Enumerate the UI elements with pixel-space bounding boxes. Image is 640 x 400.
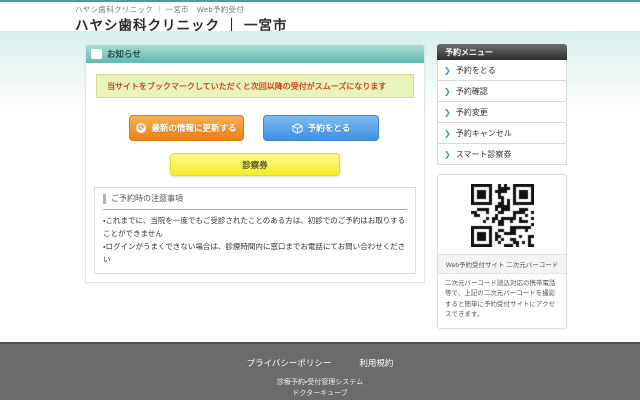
reservation-notes-box: ご予約時の注意事項 ・これまでに、当院を一度でもご受診されたことのある方は、初診… xyxy=(94,187,416,274)
footer-credit-line2: ドクターキューブ xyxy=(0,389,640,400)
sidebar-item-reserve[interactable]: ❯ 予約をとる xyxy=(437,60,567,81)
sidebar-item-label: 予約をとる xyxy=(456,65,496,76)
qr-description: 二次元バーコード読込対応の携帯電話等で、上記の二次元バーコードを撮影すると簡単に… xyxy=(438,274,566,328)
qr-panel: Web予約受付サイト 二次元バーコード 二次元バーコード読込対応の携帯電話等で、… xyxy=(437,174,567,329)
sidebar-item-label: スマート診察券 xyxy=(456,149,512,160)
qr-code-image xyxy=(471,184,534,247)
qr-caption: Web予約受付サイト 二次元バーコード xyxy=(438,254,566,274)
notice-section-header: お知らせ xyxy=(86,45,424,63)
sidebar-item-cancel[interactable]: ❯ 予約キャンセル xyxy=(437,123,567,144)
sidebar-item-label: 予約変更 xyxy=(456,107,488,118)
top-accent-line xyxy=(0,0,640,2)
chevron-right-icon: ❯ xyxy=(444,129,451,138)
action-button-row: ⟳ 最新の情報に更新する 予約をとる xyxy=(86,115,424,141)
sidebar-item-smart-card[interactable]: ❯ スマート診察券 xyxy=(437,144,567,165)
chevron-right-icon: ❯ xyxy=(444,66,451,75)
chevron-right-icon: ❯ xyxy=(444,87,451,96)
sidebar-item-change[interactable]: ❯ 予約変更 xyxy=(437,102,567,123)
patient-card-button-label: 診察券 xyxy=(242,159,268,171)
footer-credit: 診療予約・受付管理システム ドクターキューブ xyxy=(0,378,640,400)
sidebar-item-label: 予約キャンセル xyxy=(456,128,512,139)
refresh-button[interactable]: ⟳ 最新の情報に更新する xyxy=(129,115,244,141)
notes-item: ・これまでに、当院を一度でもご受診されたことのある方は、初診でのご予約はお取りす… xyxy=(103,214,407,240)
refresh-button-label: 最新の情報に更新する xyxy=(151,122,236,134)
notes-divider xyxy=(103,209,407,210)
menu-header: 予約メニュー xyxy=(437,44,567,60)
patient-card-button[interactable]: 診察券 xyxy=(170,153,340,176)
reservation-sidebar: 予約メニュー ❯ 予約をとる ❯ 予約確認 ❯ 予約変更 ❯ 予約キャンセル ❯… xyxy=(437,44,567,329)
sidebar-item-confirm[interactable]: ❯ 予約確認 xyxy=(437,81,567,102)
privacy-policy-link[interactable]: プライバシーポリシー xyxy=(247,357,332,369)
footer-credit-line1: 診療予約・受付管理システム xyxy=(0,378,640,389)
notes-item: ・ログインがうまくできない場合は、診療時間内に窓口までお電話にてお問い合わせくだ… xyxy=(103,240,407,266)
chevron-right-icon: ❯ xyxy=(444,108,451,117)
notice-message-box: 当サイトをブックマークしていただくと次回以降の受付がスムーズになります xyxy=(96,74,414,98)
reserve-button[interactable]: 予約をとる xyxy=(263,115,379,141)
notice-message: 当サイトをブックマークしていただくと次回以降の受付がスムーズになります xyxy=(107,81,386,92)
notice-section-title: お知らせ xyxy=(107,48,141,60)
refresh-icon: ⟳ xyxy=(136,123,146,133)
main-panel: お知らせ 当サイトをブックマークしていただくと次回以降の受付がスムーズになります… xyxy=(85,44,425,283)
reserve-button-label: 予約をとる xyxy=(308,122,351,134)
sidebar-item-label: 予約確認 xyxy=(456,86,488,97)
terms-link[interactable]: 利用規約 xyxy=(359,357,393,369)
footer: プライバシーポリシー 利用規約 診療予約・受付管理システム ドクターキューブ xyxy=(0,342,640,400)
chevron-right-icon: ❯ xyxy=(444,150,451,159)
cube-icon xyxy=(292,123,303,134)
speech-bubble-icon xyxy=(91,49,102,59)
notes-title: ご予約時の注意事項 xyxy=(103,194,407,204)
